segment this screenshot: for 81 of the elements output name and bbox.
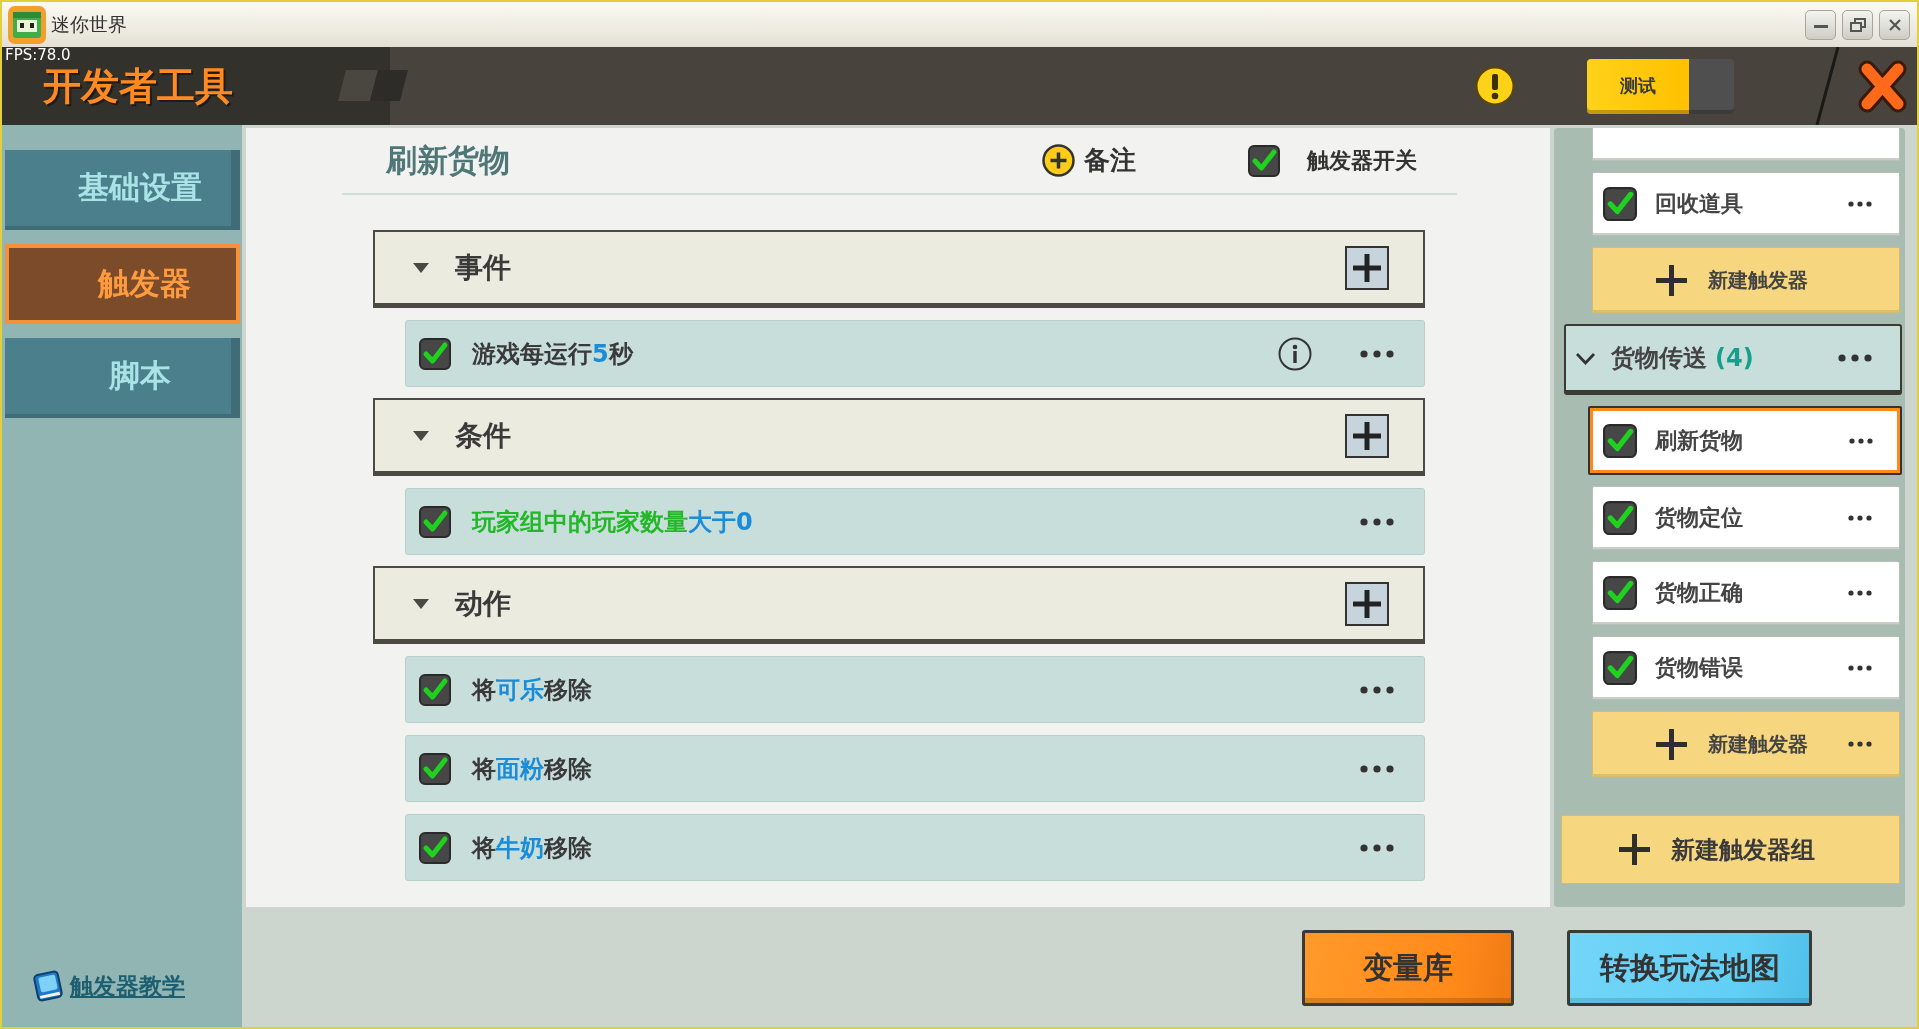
trigger-name: 货物错误 bbox=[1655, 654, 1744, 682]
close-window-button[interactable] bbox=[1879, 9, 1910, 40]
add-button[interactable] bbox=[1345, 581, 1389, 626]
plus-icon bbox=[1353, 421, 1381, 450]
checkbox[interactable] bbox=[1603, 651, 1637, 685]
section-title: 动作 bbox=[455, 585, 512, 622]
test-button[interactable]: 测试 bbox=[1587, 58, 1734, 114]
trigger-group-header[interactable]: 货物传送 (4) bbox=[1564, 324, 1902, 395]
trigger-title: 刷新货物 bbox=[386, 140, 511, 180]
checkbox[interactable] bbox=[1248, 144, 1280, 177]
more-icon[interactable] bbox=[1360, 843, 1394, 852]
checkbox[interactable] bbox=[419, 673, 451, 706]
checkbox[interactable] bbox=[1603, 576, 1637, 610]
checkbox[interactable] bbox=[419, 337, 451, 370]
rule-text: 游戏每运行5秒 bbox=[472, 338, 635, 370]
close-icon[interactable] bbox=[1858, 58, 1907, 114]
info-icon[interactable] bbox=[1278, 336, 1312, 371]
more-icon[interactable] bbox=[1848, 515, 1872, 521]
rule-text: 将牛奶移除 bbox=[472, 832, 593, 864]
restore-button[interactable] bbox=[1842, 9, 1873, 40]
trigger-name: 刷新货物 bbox=[1655, 426, 1744, 455]
more-icon[interactable] bbox=[1360, 764, 1394, 773]
checkbox[interactable] bbox=[419, 831, 451, 864]
checkbox[interactable] bbox=[1603, 187, 1637, 221]
add-button[interactable] bbox=[1345, 413, 1389, 458]
trigger-count: (4) bbox=[1715, 344, 1755, 372]
add-button[interactable] bbox=[1345, 245, 1389, 290]
more-icon[interactable] bbox=[1848, 590, 1872, 596]
plus-icon bbox=[1353, 253, 1381, 282]
new-group-button[interactable]: 新建触发器组 bbox=[1561, 815, 1900, 884]
variable-library-button[interactable]: 变量库 bbox=[1302, 930, 1514, 1006]
fps-counter: FPS:78.0 bbox=[5, 47, 71, 64]
plus-circle-icon bbox=[1042, 144, 1075, 177]
trigger-rule-row[interactable]: 游戏每运行5秒 bbox=[405, 320, 1425, 387]
minimize-icon bbox=[1813, 25, 1828, 28]
restore-icon bbox=[1849, 17, 1866, 32]
rule-text: 玩家组中的玩家数量大于0 bbox=[472, 506, 754, 538]
app-icon bbox=[8, 5, 46, 44]
more-icon[interactable] bbox=[1360, 517, 1394, 526]
trigger-rule-row[interactable]: 将面粉移除 bbox=[405, 735, 1425, 802]
trigger-card[interactable]: 刷新货物 bbox=[1588, 406, 1902, 475]
close-icon bbox=[1888, 18, 1901, 31]
section-title: 事件 bbox=[455, 249, 512, 286]
checkbox[interactable] bbox=[419, 752, 451, 785]
plus-icon bbox=[1656, 728, 1687, 760]
checkbox[interactable] bbox=[419, 505, 451, 538]
trigger-name: 货物正确 bbox=[1655, 579, 1744, 607]
trigger-rule-row[interactable]: 将可乐移除 bbox=[405, 656, 1425, 723]
trigger-switch[interactable]: 触发器开关 bbox=[1248, 144, 1417, 177]
note-button[interactable]: 备注 bbox=[1042, 143, 1136, 178]
plus-icon bbox=[1353, 589, 1381, 618]
more-icon[interactable] bbox=[1360, 349, 1394, 358]
window-title: 迷你世界 bbox=[51, 11, 127, 37]
minimize-button[interactable] bbox=[1805, 9, 1836, 40]
more-icon[interactable] bbox=[1838, 354, 1872, 362]
trigger-rule-row[interactable]: 将牛奶移除 bbox=[405, 814, 1425, 881]
trigger-card[interactable]: 货物定位 bbox=[1592, 486, 1900, 550]
more-icon[interactable] bbox=[1848, 665, 1872, 671]
checkbox[interactable] bbox=[1603, 423, 1637, 458]
more-icon[interactable] bbox=[1848, 201, 1872, 207]
plus-icon bbox=[1619, 834, 1650, 865]
new-trigger-button[interactable]: 新建触发器 bbox=[1592, 247, 1900, 313]
more-icon[interactable] bbox=[1848, 741, 1872, 747]
more-icon[interactable] bbox=[1849, 437, 1873, 444]
trigger-name: 回收道具 bbox=[1655, 190, 1744, 218]
trigger-card[interactable]: 货物正确 bbox=[1592, 561, 1900, 625]
stripe-decoration bbox=[338, 70, 408, 101]
trigger-card[interactable]: 货物错误 bbox=[1592, 636, 1900, 700]
new-trigger-button[interactable]: 新建触发器 bbox=[1592, 711, 1900, 777]
checkbox[interactable] bbox=[1603, 501, 1637, 535]
convert-map-button[interactable]: 转换玩法地图 bbox=[1567, 930, 1812, 1006]
rule-text: 将面粉移除 bbox=[472, 753, 593, 785]
trigger-name: 货物定位 bbox=[1655, 504, 1744, 532]
plus-icon bbox=[1656, 264, 1687, 296]
section-title: 条件 bbox=[455, 417, 512, 454]
rule-text: 将可乐移除 bbox=[472, 674, 593, 706]
group-name: 货物传送 bbox=[1611, 343, 1707, 374]
app-title: 开发者工具 bbox=[43, 64, 233, 108]
more-icon[interactable] bbox=[1360, 685, 1394, 694]
trigger-card[interactable]: 回收道具 bbox=[1592, 172, 1900, 236]
warning-icon[interactable] bbox=[1475, 66, 1515, 106]
